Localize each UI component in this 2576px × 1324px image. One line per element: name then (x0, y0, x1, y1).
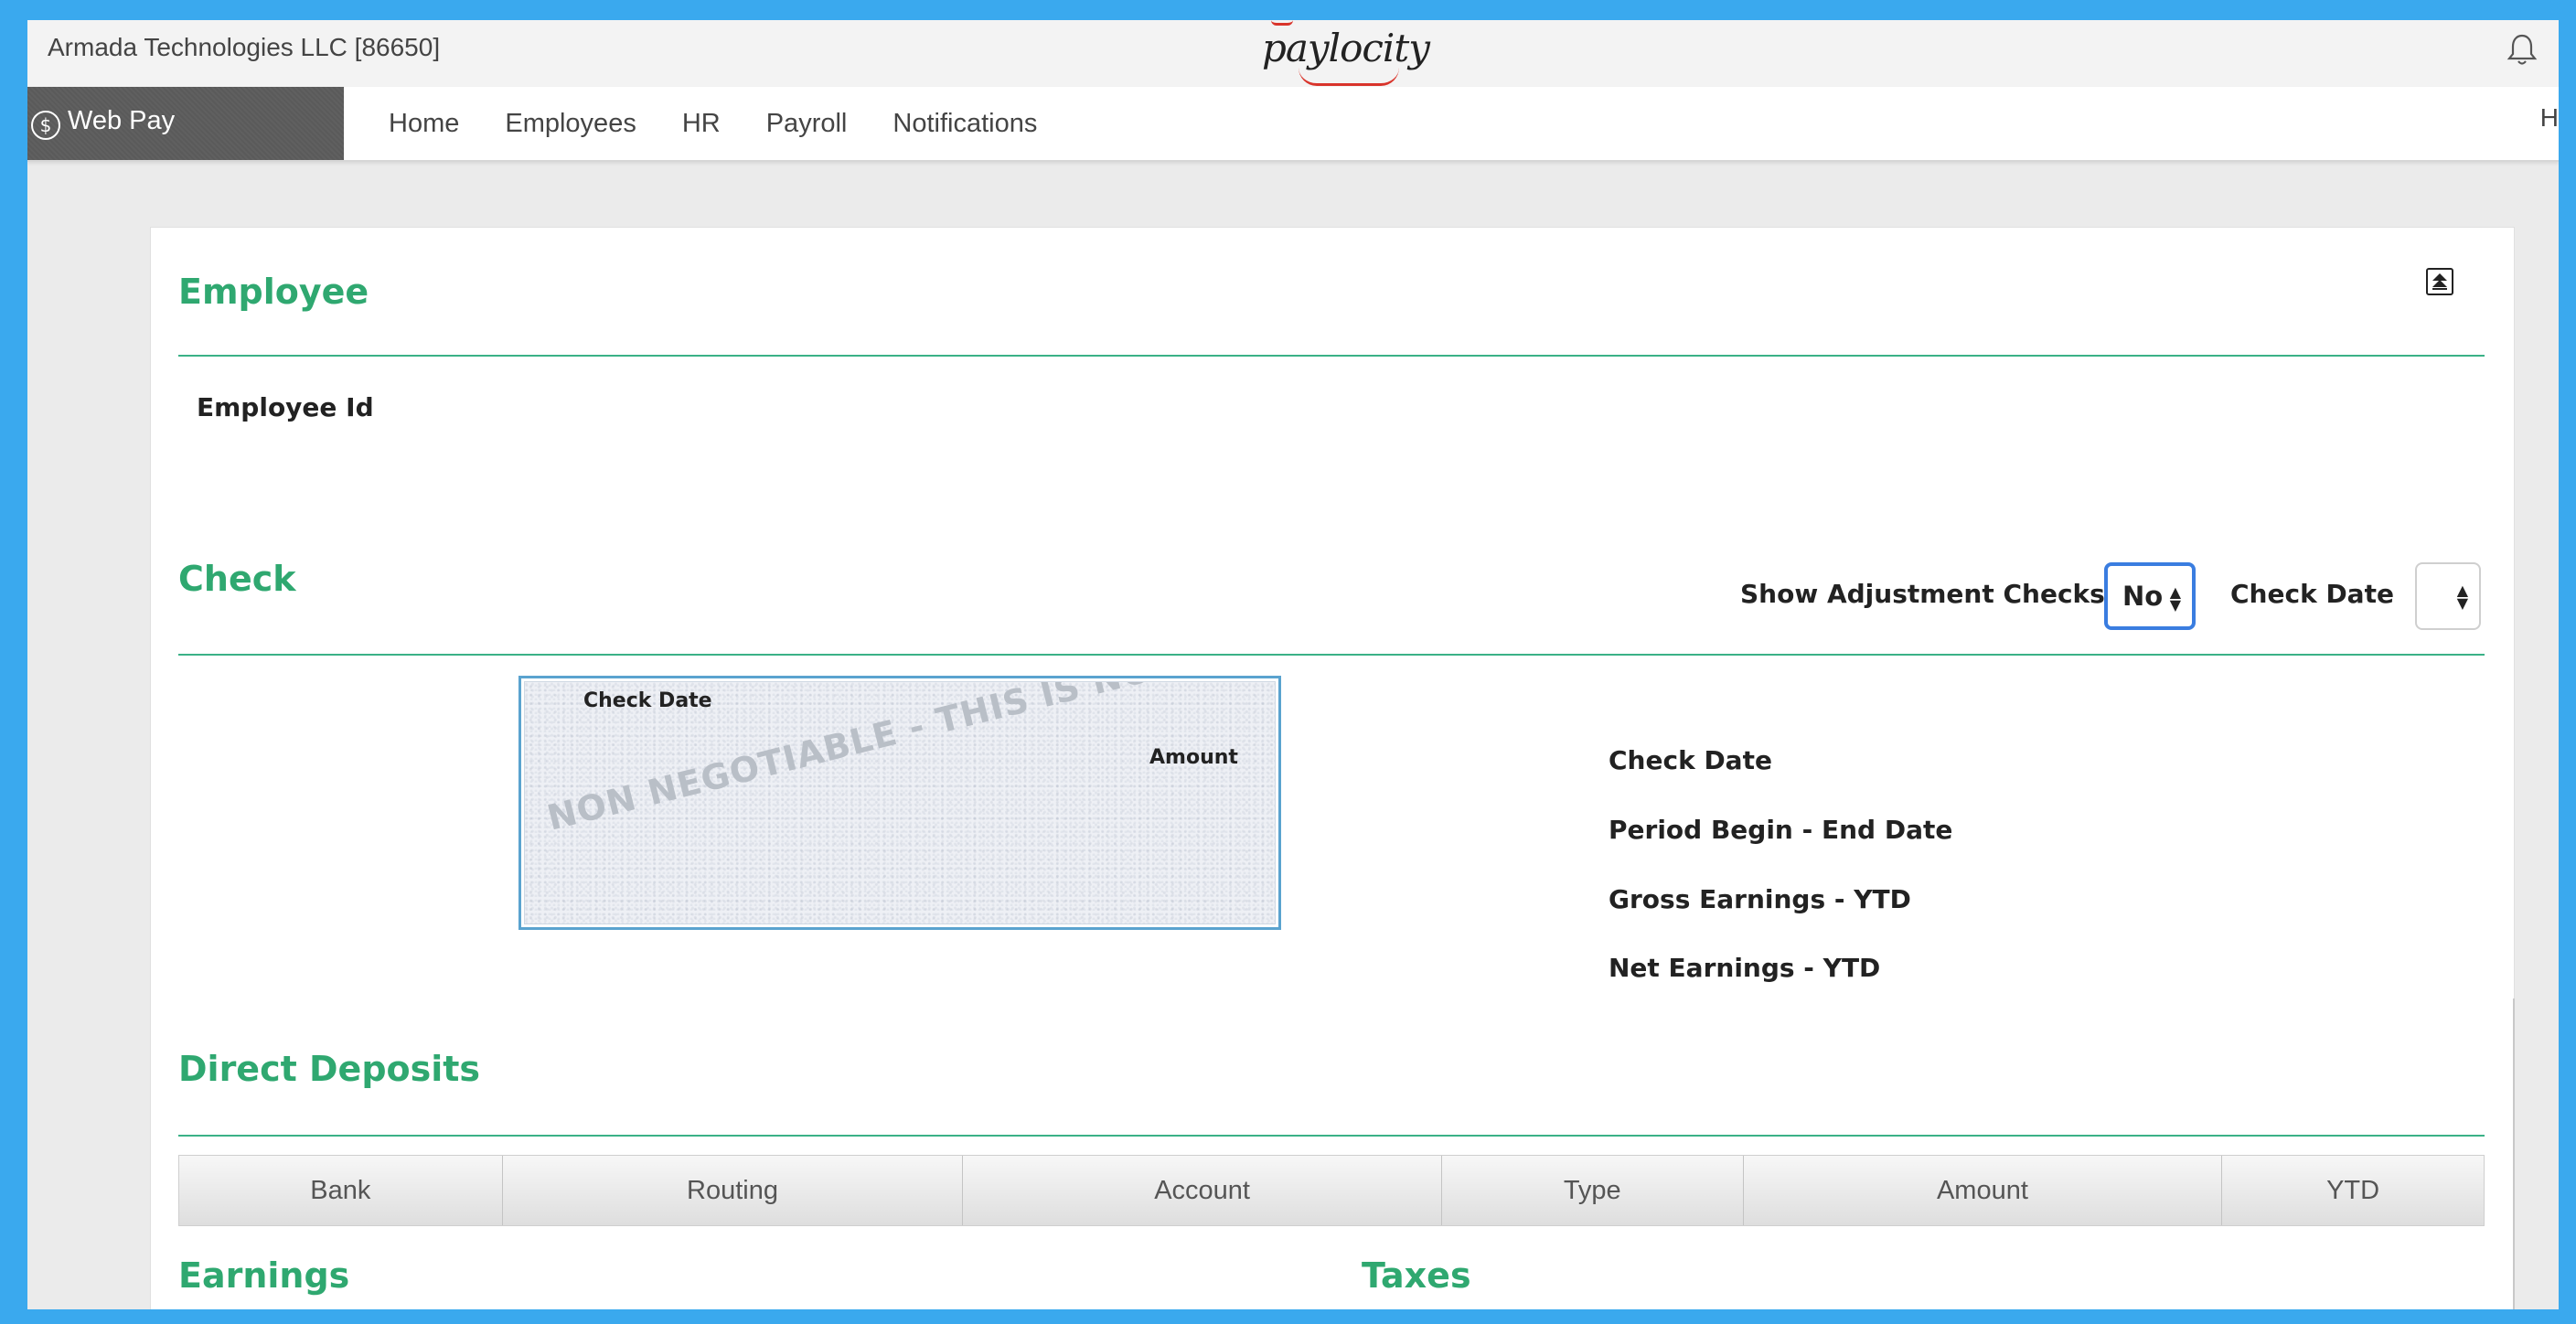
detail-check-date: Check Date (1609, 745, 1772, 775)
nav-links: Home Employees HR Payroll Notifications (389, 87, 1037, 160)
check-divider (178, 654, 2485, 656)
web-pay-label: Web Pay (68, 106, 176, 135)
direct-deposits-title: Direct Deposits (178, 1049, 481, 1089)
check-image-date-label: Check Date (583, 689, 712, 712)
show-adjustment-label: Show Adjustment Checks (1740, 579, 2105, 609)
employee-section-title: Employee (178, 272, 369, 312)
employee-id-label: Employee Id (197, 392, 374, 422)
show-adjustment-select[interactable]: No ▲ ▼ (2104, 562, 2196, 630)
column-header-bank[interactable]: Bank (179, 1156, 503, 1225)
collapse-all-icon[interactable] (2426, 268, 2453, 295)
main-nav: $ Web Pay Home Employees HR Payroll Noti… (27, 87, 2559, 162)
column-header-amount[interactable]: Amount (1744, 1156, 2223, 1225)
check-image: Check Date Amount NON NEGOTIABLE - THIS … (518, 676, 1281, 930)
check-image-body: Check Date Amount NON NEGOTIABLE - THIS … (524, 681, 1276, 924)
earnings-title: Earnings (178, 1255, 350, 1296)
direct-deposits-divider (178, 1135, 2485, 1137)
nav-link-employees[interactable]: Employees (505, 109, 636, 139)
check-image-amount-label: Amount (1149, 746, 1238, 769)
nav-overflow-text[interactable]: H (2540, 103, 2559, 133)
check-section-title: Check (178, 559, 296, 599)
column-header-routing[interactable]: Routing (503, 1156, 964, 1225)
dollar-circle-icon: $ (31, 111, 60, 140)
nav-link-payroll[interactable]: Payroll (766, 109, 848, 139)
scrollbar-track[interactable] (2513, 998, 2515, 1309)
logo-swoosh (1299, 68, 1399, 86)
nav-link-hr[interactable]: HR (682, 109, 721, 139)
nav-link-notifications[interactable]: Notifications (893, 109, 1037, 139)
detail-net-earnings: Net Earnings - YTD (1609, 953, 1881, 983)
select-arrows-icon: ▲ ▼ (2169, 583, 2181, 614)
check-date-select-label: Check Date (2230, 579, 2394, 609)
web-pay-brand[interactable]: $ Web Pay (27, 87, 344, 160)
column-header-account[interactable]: Account (963, 1156, 1442, 1225)
app-window: Armada Technologies LLC [86650] paylocit… (27, 20, 2559, 1309)
check-date-select[interactable]: ▲ ▼ (2415, 562, 2481, 630)
nav-link-home[interactable]: Home (389, 109, 459, 139)
check-detail-card: Employee Employee Id Check Show Adjustme… (150, 227, 2515, 1309)
select-arrows-icon: ▲ ▼ (2456, 582, 2468, 612)
taxes-title: Taxes (1362, 1255, 1471, 1296)
paylocity-logo[interactable]: paylocity (1262, 26, 1430, 70)
company-name: Armada Technologies LLC [86650] (48, 33, 441, 61)
column-header-type[interactable]: Type (1442, 1156, 1744, 1225)
direct-deposits-table-header: Bank Routing Account Type Amount YTD (178, 1155, 2485, 1226)
detail-gross-earnings: Gross Earnings - YTD (1609, 884, 1911, 914)
bell-icon[interactable] (2504, 31, 2540, 68)
employee-divider (178, 355, 2485, 357)
show-adjustment-value: No (2122, 581, 2164, 612)
column-header-ytd[interactable]: YTD (2222, 1156, 2484, 1225)
detail-period: Period Begin - End Date (1609, 815, 1953, 845)
top-bar: Armada Technologies LLC [86650] paylocit… (27, 20, 2559, 87)
